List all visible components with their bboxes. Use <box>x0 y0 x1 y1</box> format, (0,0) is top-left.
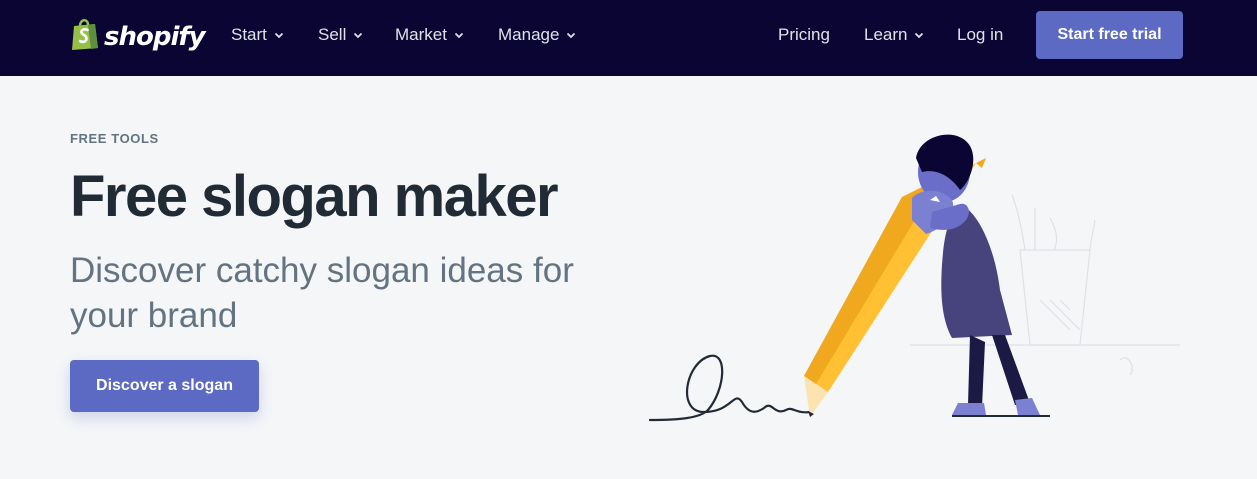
chevron-down-icon <box>354 32 363 39</box>
eyebrow-label: FREE TOOLS <box>70 131 159 146</box>
signature-scribble <box>648 354 812 422</box>
person-figure <box>912 134 1040 415</box>
nav-item-sell[interactable]: Sell <box>318 25 364 45</box>
nav-item-label: Manage <box>498 25 560 44</box>
nav-login-link[interactable]: Log in <box>957 25 1003 45</box>
chevron-down-icon <box>567 32 576 39</box>
discover-slogan-button[interactable]: Discover a slogan <box>70 360 259 412</box>
nav-pricing-link[interactable]: Pricing <box>778 25 830 45</box>
nav-item-label: Pricing <box>778 25 830 44</box>
person-with-pencil-illustration <box>648 134 1180 422</box>
logo-wordmark: shopify <box>104 21 206 52</box>
nav-item-market[interactable]: Market <box>395 25 465 45</box>
nav-item-start[interactable]: Start <box>231 25 285 45</box>
nav-item-label: Learn <box>864 25 908 44</box>
top-navigation: shopify Start Sell Market Manage Pricing… <box>0 0 1257 76</box>
shopify-logo[interactable]: shopify <box>70 17 206 56</box>
chevron-down-icon <box>274 32 284 39</box>
shopping-bag-icon <box>70 17 100 56</box>
chevron-down-icon <box>454 32 464 39</box>
nav-item-label: Start <box>231 25 267 44</box>
page-subtitle: Discover catchy slogan ideas for your br… <box>70 251 574 335</box>
nav-item-label: Market <box>395 25 447 44</box>
start-free-trial-button[interactable]: Start free trial <box>1036 11 1183 59</box>
page-title: Free slogan maker <box>70 164 559 229</box>
nav-item-label: Sell <box>318 25 347 44</box>
nav-item-manage[interactable]: Manage <box>498 25 577 45</box>
nav-item-learn[interactable]: Learn <box>864 25 925 45</box>
chevron-down-icon <box>915 32 924 39</box>
nav-item-label: Log in <box>957 25 1004 44</box>
